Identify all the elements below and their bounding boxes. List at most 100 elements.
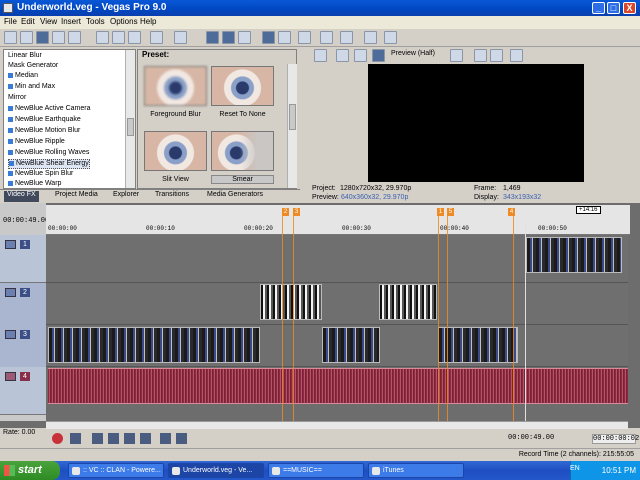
list-item[interactable]: NewBlue Ripple (8, 138, 65, 148)
scrollbar-thumb[interactable] (127, 118, 134, 136)
external-monitor-icon[interactable] (336, 49, 349, 62)
overlays-icon[interactable] (450, 49, 463, 62)
tab-transitions[interactable]: Transitions (152, 191, 192, 202)
list-item[interactable]: Min and Max (8, 83, 55, 93)
preset-thumb-reset[interactable] (211, 66, 274, 106)
video-clip[interactable] (48, 327, 260, 363)
language-indicator[interactable]: EN (570, 465, 580, 472)
video-clip[interactable] (379, 284, 437, 320)
video-clip[interactable] (438, 327, 518, 363)
taskbar-item-active[interactable]: Underworld.veg - Ve... (168, 463, 264, 478)
taskbar-item[interactable]: :: VC :: CLAN - Powere... (68, 463, 164, 478)
fx-list-scrollbar[interactable] (125, 50, 135, 188)
time-ruler[interactable]: 00:00:00 00:00:10 00:00:20 00:00:30 00:0… (46, 205, 630, 235)
tab-explorer[interactable]: Explorer (110, 191, 142, 202)
list-item[interactable]: Mask Generator (8, 62, 58, 72)
list-item[interactable]: NewBlue Rolling Waves (8, 149, 89, 159)
marker[interactable]: 3 (293, 208, 300, 216)
track-expand-icon[interactable] (5, 288, 16, 297)
selection-tool-icon[interactable] (238, 31, 251, 44)
help-icon[interactable] (384, 31, 397, 44)
minimize-button[interactable]: _ (592, 2, 605, 14)
undo-icon[interactable] (150, 31, 163, 44)
show-video-icon[interactable] (510, 49, 523, 62)
tab-project-media[interactable]: Project Media (52, 191, 101, 202)
menu-help[interactable]: Help (140, 17, 156, 26)
scrollbar-thumb[interactable] (289, 104, 296, 130)
track-header-4[interactable]: 4 (0, 367, 46, 415)
marker[interactable]: 4 (508, 208, 515, 216)
taskbar-item[interactable]: ==MUSIC== (268, 463, 364, 478)
video-clip[interactable] (260, 284, 322, 320)
copy-snapshot-icon[interactable] (474, 49, 487, 62)
new-icon[interactable] (4, 31, 17, 44)
preset-thumb-smear[interactable] (211, 131, 274, 171)
cut-icon[interactable] (96, 31, 109, 44)
redo-icon[interactable] (174, 31, 187, 44)
list-item[interactable]: NewBlue Motion Blur (8, 127, 80, 137)
playhead-cursor[interactable] (525, 222, 526, 421)
lock-envelopes-icon[interactable] (298, 31, 311, 44)
open-icon[interactable] (20, 31, 33, 44)
cursor-position[interactable]: 00:00:49.00 (508, 434, 554, 442)
video-clip[interactable] (526, 237, 622, 273)
start-button[interactable]: start (0, 461, 60, 480)
track-header-1[interactable]: 1 (0, 235, 46, 283)
timeline-horizontal-scrollbar[interactable] (46, 421, 628, 429)
track-expand-icon[interactable] (5, 372, 16, 381)
preview-quality-dropdown[interactable]: Preview (Half) (391, 50, 435, 57)
menu-edit[interactable]: Edit (21, 17, 35, 26)
menu-view[interactable]: View (40, 17, 57, 26)
split-screen-icon[interactable] (372, 49, 385, 62)
envelope-tool-icon[interactable] (222, 31, 235, 44)
go-to-end-button[interactable] (176, 433, 187, 444)
close-button[interactable]: X (623, 2, 636, 14)
auto-crossfade-icon[interactable] (320, 31, 333, 44)
properties-icon[interactable] (68, 31, 81, 44)
list-item[interactable]: Linear Blur (8, 52, 42, 62)
list-item[interactable]: Mirror (8, 94, 26, 104)
go-to-start-button[interactable] (160, 433, 171, 444)
track-expand-icon[interactable] (5, 330, 16, 339)
menu-options[interactable]: Options (110, 17, 138, 26)
tab-video-fx[interactable]: Video FX (4, 191, 39, 202)
track-header-2[interactable]: 2 (0, 283, 46, 331)
list-item-selected[interactable]: NewBlue Shear Energy (8, 159, 90, 169)
track-header-3[interactable]: 3 (0, 325, 46, 373)
video-clip[interactable] (322, 327, 380, 363)
play-button[interactable] (108, 433, 119, 444)
marker[interactable]: 2 (282, 208, 289, 216)
copy-icon[interactable] (112, 31, 125, 44)
stop-button[interactable] (140, 433, 151, 444)
list-item[interactable]: NewBlue Earthquake (8, 116, 81, 126)
normal-edit-tool-icon[interactable] (206, 31, 219, 44)
record-button[interactable] (52, 433, 63, 444)
maximize-button[interactable]: □ (607, 2, 620, 14)
menu-tools[interactable]: Tools (86, 17, 105, 26)
menu-file[interactable]: File (4, 17, 17, 26)
paste-icon[interactable] (128, 31, 141, 44)
loop-button[interactable] (70, 433, 81, 444)
what-is-this-help-icon[interactable] (364, 31, 377, 44)
pause-button[interactable] (124, 433, 135, 444)
preset-scrollbar[interactable] (287, 64, 297, 188)
tab-media-generators[interactable]: Media Generators (204, 191, 266, 202)
track-expand-icon[interactable] (5, 240, 16, 249)
list-item[interactable]: Median (8, 72, 38, 82)
marker[interactable]: 1 (437, 208, 444, 216)
list-item[interactable]: NewBlue Spin Blur (8, 170, 73, 180)
auto-ripple-icon[interactable] (278, 31, 291, 44)
selection-length[interactable]: 00:00:00:02 (592, 434, 639, 444)
list-item[interactable]: NewBlue Active Camera (8, 105, 90, 115)
menu-insert[interactable]: Insert (61, 17, 81, 26)
save-icon[interactable] (36, 31, 49, 44)
audio-waveform-clip[interactable] (48, 368, 628, 404)
play-from-start-button[interactable] (92, 433, 103, 444)
marker[interactable]: 5 (447, 208, 454, 216)
taskbar-item[interactable]: iTunes (368, 463, 464, 478)
snap-icon[interactable] (262, 31, 275, 44)
ignore-grouping-icon[interactable] (340, 31, 353, 44)
preview-settings-icon[interactable] (314, 49, 327, 62)
preset-thumb-slit-view[interactable] (144, 131, 207, 171)
save-as-icon[interactable] (52, 31, 65, 44)
